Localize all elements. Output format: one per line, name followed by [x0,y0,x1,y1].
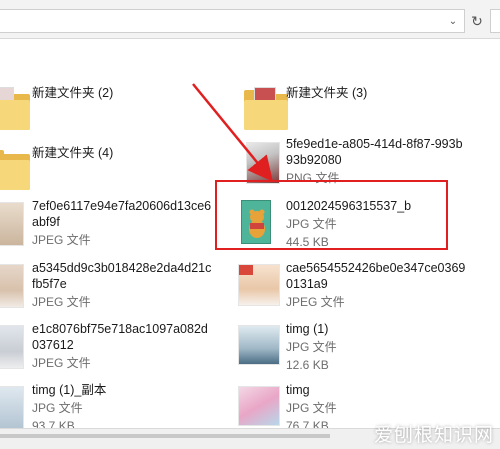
refresh-icon[interactable]: ↻ [467,10,487,32]
list-item[interactable]: cae5654552426be0e347ce03690131a9 JPEG 文件 [238,256,478,316]
file-name: cae5654552426be0e347ce03690131a9 [286,261,466,291]
image-thumbnail [0,260,32,312]
file-type: JPG 文件 [286,340,337,354]
search-input[interactable] [490,9,500,33]
file-name: timg (1) [286,322,329,336]
list-item[interactable]: 7ef0e6117e94e7fa20606d13ce6abf9f JPEG 文件 [0,194,240,254]
image-thumbnail [238,382,290,434]
address-toolbar: ⌄ ↻ [0,0,500,39]
file-type: JPEG 文件 [32,356,91,370]
file-name: timg [286,383,310,397]
list-item[interactable]: 新建文件夹 (4) [0,138,240,198]
file-name: 新建文件夹 (2) [32,86,114,100]
file-name: 7ef0e6117e94e7fa20606d13ce6abf9f [32,199,212,229]
horizontal-scrollbar[interactable] [0,434,330,438]
folder-icon [0,82,32,134]
file-name: 新建文件夹 (3) [286,86,368,100]
address-input[interactable] [0,9,465,33]
list-item[interactable]: e1c8076bf75e718ac1097a082d037612 JPEG 文件 [0,317,240,377]
image-thumbnail [238,321,290,373]
list-item[interactable]: 新建文件夹 (3) [238,78,478,138]
highlight-box [215,180,448,250]
file-name: timg (1)_副本 [32,383,107,397]
watermark: 爱刨根知识网 [373,424,494,446]
file-type: JPEG 文件 [32,295,91,309]
list-item[interactable]: a5345dd9c3b018428e2da4d21cfb5f7e JPEG 文件 [0,256,240,316]
image-thumbnail [0,382,32,434]
file-name: 5fe9ed1e-a805-414d-8f87-993b93b92080 [286,137,463,167]
file-name: e1c8076bf75e718ac1097a082d037612 [32,322,208,352]
list-item[interactable]: timg (1) JPG 文件 12.6 KB [238,317,478,377]
file-type: JPG 文件 [286,401,337,415]
image-thumbnail [238,260,290,312]
file-type: JPEG 文件 [286,295,345,309]
image-thumbnail [0,321,32,373]
file-name: 新建文件夹 (4) [32,146,114,160]
folder-icon [0,142,32,194]
chevron-down-icon[interactable]: ⌄ [446,10,460,32]
file-name: a5345dd9c3b018428e2da4d21cfb5f7e [32,261,212,291]
folder-icon [238,82,290,134]
list-item[interactable]: 新建文件夹 (2) [0,78,240,138]
file-type: JPG 文件 [32,401,83,415]
file-size: 12.6 KB [286,358,329,372]
file-type: JPEG 文件 [32,233,91,247]
image-thumbnail [0,198,32,250]
